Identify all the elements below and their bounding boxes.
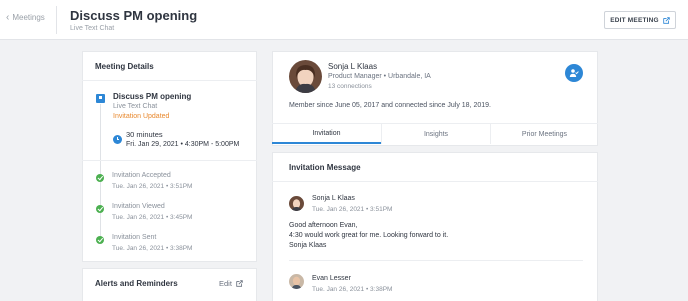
alerts-edit-link[interactable]: Edit: [219, 279, 243, 288]
meeting-datetime: Fri. Jan 29, 2021 • 4:30PM - 5:00PM: [126, 141, 240, 148]
meeting-type: Live Text Chat: [113, 103, 158, 110]
event-date: Tue. Jan 26, 2021 • 3:38PM: [112, 245, 193, 252]
event-label: Invitation Accepted: [112, 172, 171, 179]
message-line: Good afternoon Evan,: [289, 222, 358, 229]
page-subtitle: Live Text Chat: [70, 25, 115, 32]
divider: [272, 181, 598, 182]
profile-role-location: Product Manager • Urbandale, IA: [328, 73, 431, 80]
meeting-duration: 30 minutes: [126, 130, 163, 139]
chevron-left-icon: ‹: [6, 11, 10, 23]
header-divider: [56, 6, 57, 34]
status-badge: Invitation Updated: [113, 113, 170, 120]
invitation-message-heading: Invitation Message: [289, 163, 361, 172]
tab-insights[interactable]: Insights: [382, 124, 490, 144]
message-author: Evan Lesser: [312, 275, 351, 282]
tab-invitation[interactable]: Invitation: [272, 124, 381, 144]
meeting-details-heading: Meeting Details: [95, 62, 154, 71]
alerts-edit-label: Edit: [219, 279, 232, 288]
avatar: [289, 196, 304, 211]
edit-meeting-button[interactable]: EDIT MEETING: [604, 11, 676, 29]
check-circle-icon: [96, 205, 104, 213]
message-author: Sonja L Klaas: [312, 195, 355, 202]
back-to-meetings-link[interactable]: ‹ Meetings: [6, 11, 45, 23]
back-label: Meetings: [12, 13, 45, 22]
message-date: Tue. Jan 26, 2021 • 3:38PM: [312, 286, 393, 293]
message-line: 4:30 would work great for me. Looking fo…: [289, 232, 449, 239]
external-edit-icon: [663, 16, 670, 24]
event-label: Invitation Sent: [112, 234, 157, 241]
divider: [82, 80, 257, 81]
meeting-title: Discuss PM opening: [113, 92, 192, 101]
profile-connections: 13 connections: [328, 83, 372, 90]
event-date: Tue. Jan 26, 2021 • 3:51PM: [112, 183, 193, 190]
message-line: Sonja Klaas: [289, 242, 327, 249]
divider: [289, 260, 583, 261]
profile-name[interactable]: Sonja L Klaas: [328, 62, 377, 71]
meeting-details-card: [82, 51, 257, 262]
alerts-heading: Alerts and Reminders: [95, 279, 178, 288]
event-date: Tue. Jan 26, 2021 • 3:45PM: [112, 214, 193, 221]
tab-prior-meetings[interactable]: Prior Meetings: [491, 124, 598, 144]
avatar: [289, 274, 304, 289]
event-label: Invitation Viewed: [112, 203, 165, 210]
chat-icon: [96, 94, 105, 103]
avatar: [289, 60, 322, 93]
external-edit-icon: [236, 280, 243, 287]
user-check-icon: [569, 69, 579, 77]
check-circle-icon: [96, 236, 104, 244]
edit-meeting-label: EDIT MEETING: [610, 16, 659, 24]
top-bar: ‹ Meetings Discuss PM opening Live Text …: [0, 0, 688, 40]
check-circle-icon: [96, 174, 104, 182]
message-date: Tue. Jan 26, 2021 • 3:51PM: [312, 206, 393, 213]
member-since-text: Member since June 05, 2017 and connected…: [289, 102, 491, 109]
clock-icon: [113, 135, 122, 144]
timeline-line: [100, 104, 101, 242]
divider: [82, 160, 257, 161]
page-title: Discuss PM opening: [70, 8, 198, 23]
connected-user-button[interactable]: [565, 64, 583, 82]
